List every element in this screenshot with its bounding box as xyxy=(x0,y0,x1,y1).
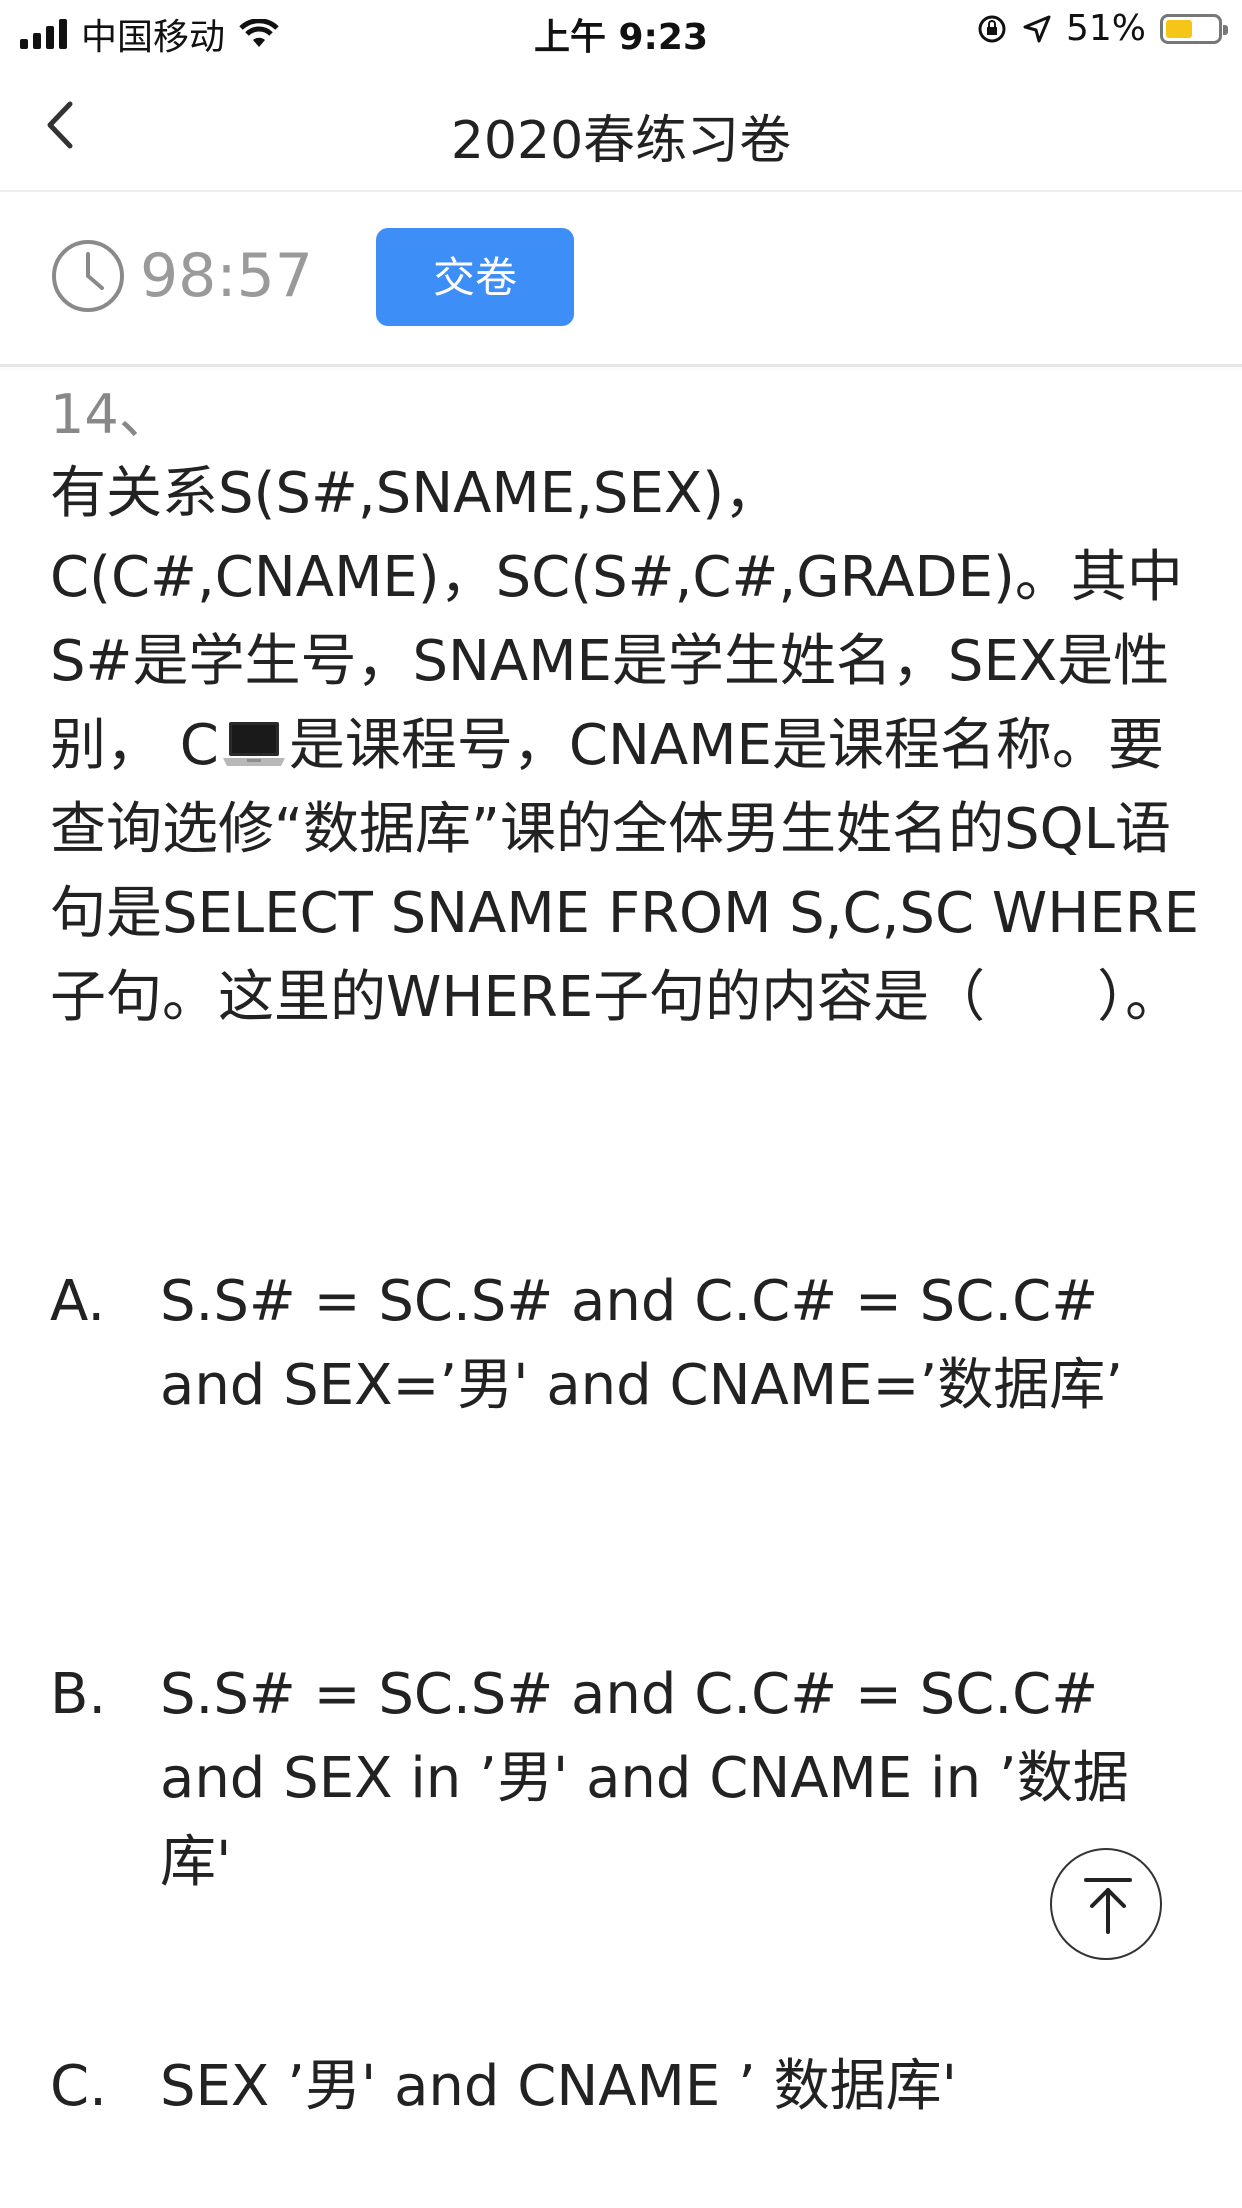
option-text: S.S# = SC.S# and C.C# = SC.C# and SEX=’男… xyxy=(160,1269,1124,1418)
location-icon xyxy=(1023,15,1051,42)
option-letter: A. xyxy=(50,1269,106,1334)
nav-bar: 2020春练习卷 xyxy=(0,62,1242,192)
battery-percent: 51% xyxy=(1065,8,1146,49)
option-text: SEX ’男' and CNAME ’ 数据库' xyxy=(160,2054,958,2119)
option-text: S.S# = SC.S# and C.C# = SC.C# and SEX in… xyxy=(160,1662,1129,1895)
option-letter: B. xyxy=(50,1662,107,1727)
battery-icon xyxy=(1160,13,1228,44)
page-title: 2020春练习卷 xyxy=(450,111,792,171)
option-letter: C. xyxy=(50,2054,107,2119)
submit-exam-button[interactable]: 交卷 xyxy=(376,228,574,326)
status-bar: 中国移动 上午 9:23 51% xyxy=(0,0,1242,62)
question-text: 有关系S(S#,SNAME,SEX)，C(C#,CNAME)，SC(S#,C#,… xyxy=(50,452,1200,1040)
arrow-up-to-top-icon xyxy=(1084,1878,1132,1934)
laptop-icon xyxy=(222,722,285,766)
orientation-lock-icon xyxy=(978,15,1006,42)
status-right: 51% xyxy=(976,8,1228,49)
battery-level xyxy=(1166,19,1192,38)
question-number: 14、 xyxy=(50,383,173,446)
back-to-top-button[interactable] xyxy=(1050,1848,1162,1960)
exam-toolbar: 98:57 交卷 xyxy=(0,192,1242,367)
countdown-timer: 98:57 xyxy=(140,241,313,311)
clock-icon xyxy=(52,240,124,312)
